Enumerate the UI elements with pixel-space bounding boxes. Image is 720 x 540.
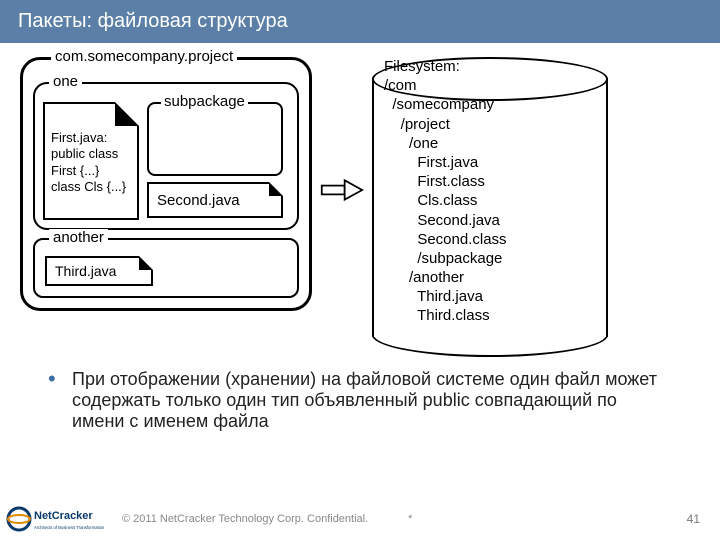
package-root-box: com.somecompany.project one First.java: … bbox=[20, 57, 312, 311]
first-java-text: First.java: public class First {...} cla… bbox=[51, 130, 131, 195]
slide-title: Пакеты: файловая структура bbox=[18, 10, 288, 32]
page-number: 41 bbox=[687, 512, 700, 526]
second-java-text: Second.java bbox=[157, 192, 240, 209]
bullet-text: При отображении (хранении) на файловой с… bbox=[72, 369, 657, 431]
package-one-box: one First.java: public class First {...}… bbox=[33, 82, 299, 230]
dogear-icon bbox=[115, 102, 139, 126]
first-java-file: First.java: public class First {...} cla… bbox=[43, 102, 139, 220]
dogear-icon bbox=[269, 182, 283, 196]
svg-text:Architects of Business Transfo: Architects of Business Transformation bbox=[34, 525, 105, 530]
copyright-text: © 2011 NetCracker Technology Corp. Confi… bbox=[122, 513, 368, 525]
package-another-box: another Third.java bbox=[33, 238, 299, 298]
filesystem-tree-text: Filesystem: /com /somecompany /project /… bbox=[384, 57, 507, 326]
slide-footer: NetCracker Architects of Business Transf… bbox=[0, 504, 720, 534]
bullet-dot-icon: • bbox=[48, 369, 56, 389]
subpackage-label: subpackage bbox=[161, 93, 248, 110]
bullet-list: • При отображении (хранении) на файловой… bbox=[20, 357, 700, 432]
arrow-icon bbox=[320, 175, 364, 210]
subpackage-box: subpackage bbox=[147, 102, 283, 176]
package-one-label: one bbox=[49, 73, 82, 90]
package-root-label: com.somecompany.project bbox=[51, 48, 237, 65]
dogear-icon bbox=[139, 256, 153, 270]
slide-content: com.somecompany.project one First.java: … bbox=[0, 43, 720, 432]
third-java-text: Third.java bbox=[55, 263, 116, 279]
third-java-file: Third.java bbox=[45, 256, 153, 286]
netcracker-logo: NetCracker Architects of Business Transf… bbox=[6, 504, 116, 534]
svg-text:NetCracker: NetCracker bbox=[34, 510, 93, 522]
slide-header: Пакеты: файловая структура bbox=[0, 0, 720, 43]
second-java-file: Second.java bbox=[147, 182, 283, 218]
footer-asterisk: * bbox=[408, 513, 412, 525]
filesystem-cylinder: Filesystem: /com /somecompany /project /… bbox=[372, 57, 608, 357]
package-another-label: another bbox=[49, 229, 108, 246]
diagram-row: com.somecompany.project one First.java: … bbox=[20, 57, 700, 357]
